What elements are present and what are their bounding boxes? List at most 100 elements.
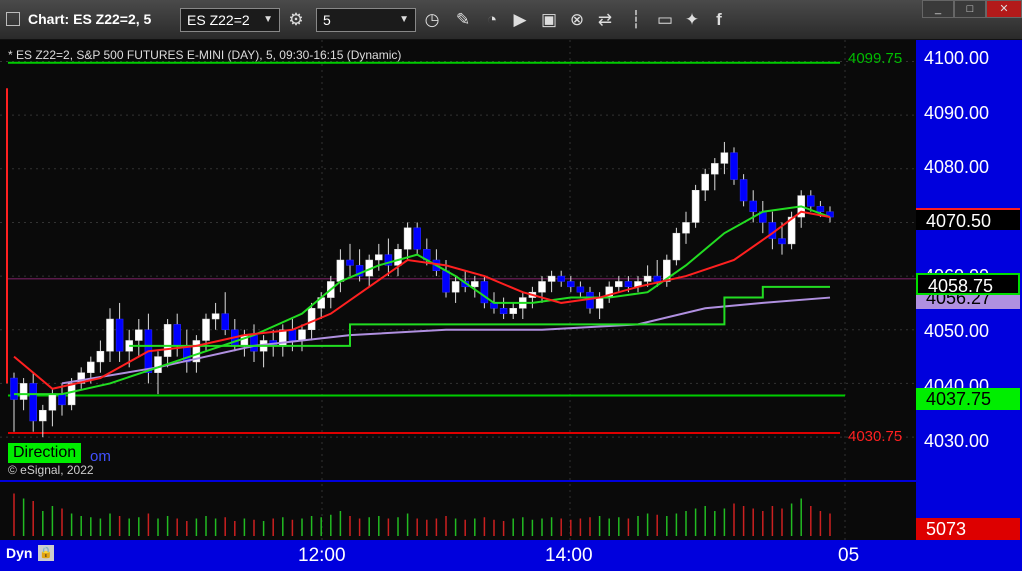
ma-green-tag: 4058.75 bbox=[916, 273, 1020, 296]
text-box-icon[interactable]: ▣ bbox=[538, 9, 560, 31]
pencil-icon[interactable]: ✎ bbox=[452, 9, 474, 31]
candle-body bbox=[307, 308, 316, 331]
time-axis[interactable]: Dyn 🔒 12:00 14:00 05 bbox=[0, 540, 1022, 571]
candle-body bbox=[394, 249, 402, 266]
level-top-label: 4099.75 bbox=[848, 50, 903, 67]
time-label: 05 bbox=[838, 545, 860, 566]
direction-level-tag: 4037.75 bbox=[916, 388, 1020, 410]
maximize-button[interactable]: □ bbox=[954, 0, 986, 18]
price-label: 4100.00 bbox=[924, 48, 990, 68]
candle-body bbox=[29, 383, 37, 422]
candle-body bbox=[730, 152, 738, 180]
symbol-selector[interactable]: ES Z22=2 ▼ bbox=[180, 8, 280, 32]
candle-body bbox=[288, 329, 297, 341]
candle-body bbox=[48, 393, 57, 411]
candle-body bbox=[115, 318, 124, 352]
close-button[interactable]: ✕ bbox=[986, 0, 1022, 18]
candle-body bbox=[643, 275, 652, 282]
candle-body bbox=[672, 232, 681, 261]
candle-body bbox=[336, 259, 345, 282]
chart-line-icon[interactable]: ◔ bbox=[481, 9, 503, 31]
candle-body bbox=[615, 281, 623, 288]
lock-icon[interactable]: 🔒 bbox=[38, 545, 54, 561]
ma-red-line bbox=[13, 210, 831, 390]
candle-body bbox=[19, 383, 28, 400]
candle-body bbox=[451, 281, 460, 293]
price-label: 4090.00 bbox=[924, 103, 990, 123]
candle-body bbox=[701, 173, 709, 191]
volume-tag: 5073 bbox=[916, 518, 1020, 540]
bar-icon[interactable]: ┆ bbox=[625, 9, 647, 31]
candle-body bbox=[538, 281, 546, 293]
candle-body bbox=[471, 281, 479, 288]
play-icon[interactable]: ▶ bbox=[509, 9, 531, 31]
candle-body bbox=[816, 206, 825, 212]
dyn-label: Dyn bbox=[6, 545, 33, 561]
candle-body bbox=[106, 318, 114, 352]
title-bar: Chart: ES Z22=2, 5 ES Z22=2 ▼ ⚙ 5 ▼ ◷ ✎ … bbox=[0, 0, 1022, 40]
swap-icon[interactable]: ⇄ bbox=[594, 9, 616, 31]
candle-body bbox=[778, 238, 786, 245]
candle-body bbox=[807, 195, 815, 207]
price-chart[interactable] bbox=[0, 40, 916, 540]
candle-body bbox=[413, 227, 421, 250]
candle-body bbox=[480, 281, 489, 304]
chart-header: * ES Z22=2, S&P 500 FUTURES E-MINI (DAY)… bbox=[8, 48, 402, 62]
chevron-down-icon[interactable]: ▼ bbox=[263, 9, 273, 31]
candle-body bbox=[576, 286, 585, 293]
chevron-down-icon[interactable]: ▼ bbox=[399, 9, 409, 31]
interval-selector[interactable]: 5 ▼ bbox=[316, 8, 416, 32]
candle-body bbox=[173, 324, 181, 347]
price-label: 4030.00 bbox=[924, 431, 990, 451]
settings-icon[interactable]: ⚙ bbox=[285, 9, 307, 31]
price-label: 4080.00 bbox=[924, 157, 990, 177]
candle-body bbox=[739, 179, 748, 202]
candle-body bbox=[653, 275, 661, 282]
candle-body bbox=[96, 350, 105, 363]
candle-body bbox=[749, 200, 757, 212]
candle-body bbox=[154, 356, 162, 373]
candle-body bbox=[221, 313, 229, 331]
direction-label[interactable]: Direction bbox=[8, 443, 82, 463]
candle-body bbox=[442, 270, 450, 293]
candle-body bbox=[595, 297, 604, 309]
candle-body bbox=[211, 313, 220, 320]
candle-body bbox=[711, 163, 719, 175]
candle-body bbox=[499, 308, 508, 314]
candle-body bbox=[298, 329, 306, 341]
candle-body bbox=[163, 324, 172, 357]
candle-body bbox=[547, 275, 556, 282]
clock-icon[interactable]: ◷ bbox=[421, 9, 443, 31]
window-title: Chart: ES Z22=2, 5 bbox=[28, 11, 152, 27]
facebook-icon[interactable]: f bbox=[708, 9, 730, 31]
candle-body bbox=[202, 318, 210, 341]
candle-body bbox=[346, 259, 354, 266]
target-icon[interactable]: ⊗ bbox=[566, 9, 588, 31]
price-axis[interactable]: 4100.00 4090.00 4080.00 4060.00 4050.00 … bbox=[916, 40, 1022, 540]
level-bottom-label: 4030.75 bbox=[848, 428, 903, 445]
minimize-button[interactable]: _ bbox=[922, 0, 954, 18]
candle-body bbox=[67, 383, 76, 406]
candle-body bbox=[509, 308, 517, 314]
chart-plot[interactable]: * ES Z22=2, S&P 500 FUTURES E-MINI (DAY)… bbox=[0, 40, 916, 540]
comment-icon[interactable]: ▭ bbox=[654, 9, 676, 31]
candle-body bbox=[682, 222, 690, 234]
candle-body bbox=[691, 189, 700, 223]
candle-body bbox=[39, 409, 47, 422]
candle-body bbox=[250, 334, 258, 352]
candle-body bbox=[58, 393, 66, 406]
candle-body bbox=[10, 377, 18, 400]
ma-green-line bbox=[14, 205, 831, 396]
time-label: 12:00 bbox=[298, 545, 346, 566]
twitter-icon[interactable]: ✦ bbox=[681, 9, 703, 31]
candle-body bbox=[720, 152, 729, 164]
candle-body bbox=[567, 281, 575, 288]
candle-body bbox=[375, 254, 383, 261]
candle-body bbox=[87, 361, 95, 373]
chart-window-icon bbox=[6, 12, 20, 26]
candle-body bbox=[557, 275, 565, 282]
candle-body bbox=[403, 227, 412, 250]
time-label: 14:00 bbox=[545, 545, 593, 566]
symbol-value: ES Z22=2 bbox=[187, 12, 250, 28]
price-label: 4050.00 bbox=[924, 321, 990, 341]
